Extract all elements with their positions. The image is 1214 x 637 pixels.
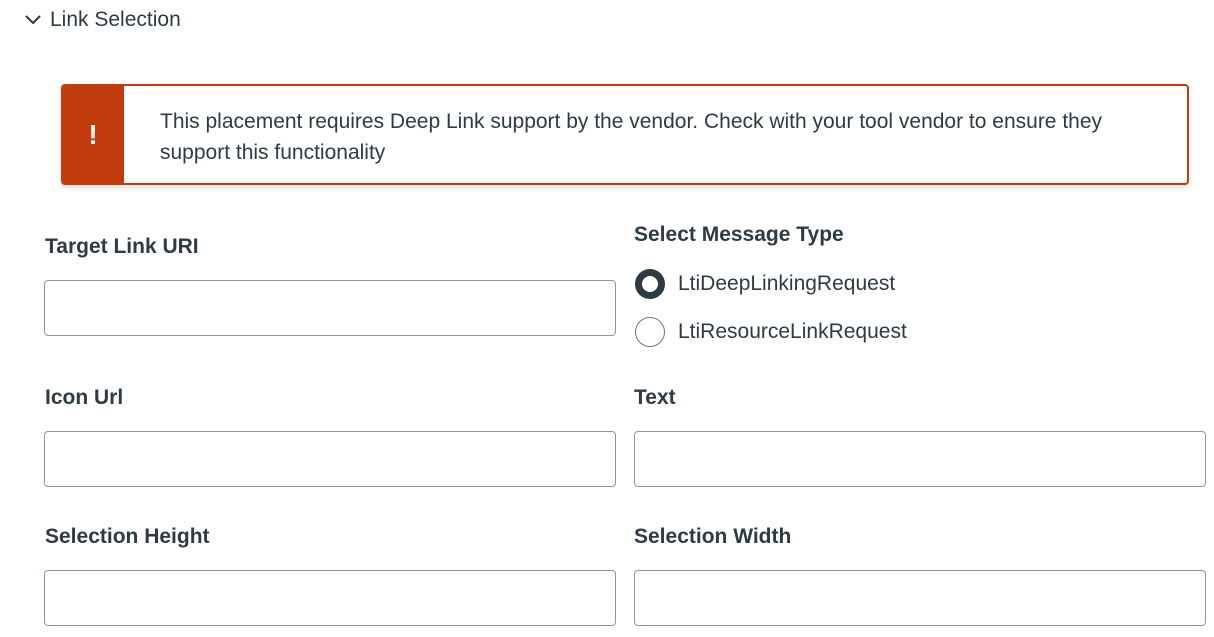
target-link-uri-label: Target Link URI xyxy=(45,235,199,258)
icon-url-label: Icon Url xyxy=(45,386,124,409)
selection-width-label: Selection Width xyxy=(634,525,792,548)
radio-lti-deep-linking-request[interactable]: LtiDeepLinkingRequest xyxy=(635,269,895,299)
text-label: Text xyxy=(634,386,676,409)
link-selection-toggle[interactable]: Link Selection xyxy=(24,4,181,36)
icon-url-input[interactable] xyxy=(44,431,616,487)
selection-height-label: Selection Height xyxy=(45,525,210,548)
chevron-down-icon xyxy=(24,11,42,29)
radio-unchecked-icon xyxy=(635,317,665,347)
radio-option-label: LtiResourceLinkRequest xyxy=(678,320,907,343)
text-input[interactable] xyxy=(634,431,1206,487)
selection-width-input[interactable] xyxy=(634,570,1206,626)
target-link-uri-input[interactable] xyxy=(44,280,616,336)
message-type-label: Select Message Type xyxy=(634,223,844,246)
selection-height-input[interactable] xyxy=(44,570,616,626)
radio-lti-resource-link-request[interactable]: LtiResourceLinkRequest xyxy=(635,317,907,347)
radio-checked-icon xyxy=(635,269,665,299)
link-selection-page: Link Selection ! This placement requires… xyxy=(0,0,1214,637)
section-title: Link Selection xyxy=(50,8,181,31)
alert-message: This placement requires Deep Link suppor… xyxy=(160,110,1103,164)
radio-option-label: LtiDeepLinkingRequest xyxy=(678,272,896,295)
exclamation-icon: ! xyxy=(63,86,124,183)
deep-link-warning-alert: ! This placement requires Deep Link supp… xyxy=(61,84,1189,185)
